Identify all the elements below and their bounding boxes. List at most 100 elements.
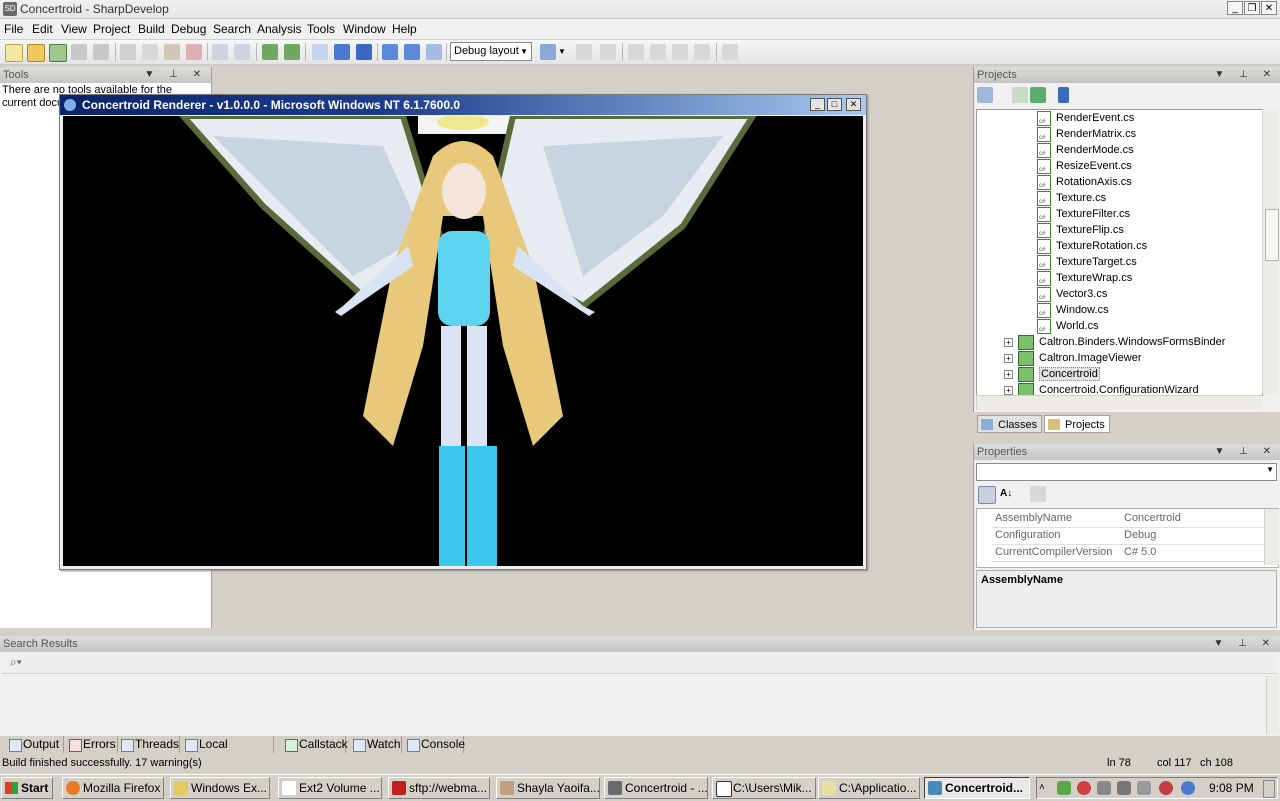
- taskbar-item[interactable]: Mozilla Firefox: [62, 777, 164, 799]
- tree-file-item[interactable]: World.cs: [1037, 318, 1099, 338]
- tab-errors[interactable]: Errors: [66, 736, 118, 753]
- tab-local-variables[interactable]: Local variables: [182, 736, 274, 768]
- indent-icon[interactable]: [600, 44, 616, 60]
- prev-bookmark-icon[interactable]: [650, 44, 666, 60]
- tree-horizontal-scrollbar[interactable]: [976, 395, 1262, 410]
- tree-file-item[interactable]: TextureFilter.cs: [1037, 206, 1130, 226]
- bookmark-icon[interactable]: [576, 44, 592, 60]
- tab-classes[interactable]: Classes: [977, 415, 1043, 433]
- render-viewport[interactable]: [63, 116, 863, 566]
- step-into-icon[interactable]: [404, 44, 420, 60]
- collapse-all-icon[interactable]: [1012, 87, 1028, 103]
- project-tree[interactable]: RenderEvent.cs RenderMatrix.cs RenderMod…: [976, 109, 1263, 396]
- restore-button[interactable]: ❐: [1244, 1, 1260, 15]
- toggle-layout-icon[interactable]: [540, 44, 556, 60]
- chevron-up-icon[interactable]: ˄: [1039, 781, 1053, 795]
- start-button[interactable]: Start: [1, 777, 53, 799]
- tree-file-item[interactable]: RenderEvent.cs: [1037, 110, 1134, 130]
- tree-project-item[interactable]: + Caltron.ImageViewer: [1004, 350, 1142, 366]
- clock[interactable]: 9:08 PM: [1209, 781, 1254, 795]
- renderer-minimize-button[interactable]: _: [810, 98, 825, 111]
- tab-callstack[interactable]: Callstack: [282, 736, 348, 753]
- taskbar-item-active[interactable]: Concertroid...: [924, 777, 1030, 799]
- tree-file-item[interactable]: RotationAxis.cs: [1037, 174, 1132, 194]
- pause-icon[interactable]: [334, 44, 350, 60]
- object-select[interactable]: ▼: [976, 463, 1277, 481]
- expand-icon[interactable]: +: [1004, 369, 1013, 379]
- redo-icon[interactable]: [234, 44, 250, 60]
- tab-watch[interactable]: Watch: [350, 736, 402, 753]
- run-icon[interactable]: [312, 44, 328, 60]
- property-row[interactable]: CurrentCompilerVersion C# 5.0: [992, 544, 1269, 562]
- tab-threads[interactable]: Threads: [118, 736, 180, 753]
- bluetooth-icon[interactable]: [1181, 781, 1195, 795]
- tree-file-item[interactable]: TextureWrap.cs: [1037, 270, 1132, 290]
- rebuild-icon[interactable]: [284, 44, 300, 60]
- menu-analysis[interactable]: Analysis: [257, 22, 302, 36]
- taskbar-item[interactable]: C:\Applicatio...: [818, 777, 920, 799]
- paste-icon[interactable]: [164, 44, 180, 60]
- tree-file-item[interactable]: ResizeEvent.cs: [1037, 158, 1132, 178]
- properties-icon[interactable]: [977, 87, 993, 103]
- save-all-icon[interactable]: [93, 44, 109, 60]
- undo-icon[interactable]: [212, 44, 228, 60]
- tree-project-item[interactable]: + Caltron.Binders.WindowsFormsBinder: [1004, 334, 1225, 350]
- open-folder-icon[interactable]: [27, 44, 45, 62]
- battery-icon[interactable]: [1097, 781, 1111, 795]
- menu-window[interactable]: Window: [343, 22, 386, 36]
- stop-icon[interactable]: [356, 44, 372, 60]
- show-all-files-icon[interactable]: [1058, 87, 1069, 103]
- taskbar-item[interactable]: sftp://webma...: [388, 777, 490, 799]
- menu-help[interactable]: Help: [392, 22, 417, 36]
- menu-edit[interactable]: Edit: [32, 22, 53, 36]
- sort-alphabetical-icon[interactable]: A↓: [1000, 486, 1016, 502]
- menu-tools[interactable]: Tools: [307, 22, 335, 36]
- tree-file-item[interactable]: Texture.cs: [1037, 190, 1106, 210]
- tree-file-item[interactable]: Vector3.cs: [1037, 286, 1107, 306]
- search-scrollbar[interactable]: [1266, 676, 1279, 734]
- tree-project-item[interactable]: + Concertroid.ConfigurationWizard: [1004, 382, 1199, 395]
- expand-icon[interactable]: +: [1004, 337, 1013, 347]
- clear-bookmarks-icon[interactable]: [694, 44, 710, 60]
- copy-icon[interactable]: [142, 44, 158, 60]
- tree-project-item-selected[interactable]: + Concertroid: [1004, 366, 1100, 382]
- panel-controls[interactable]: ▼ ⊥ ✕: [1213, 636, 1276, 652]
- next-bookmark-icon[interactable]: [672, 44, 688, 60]
- tree-file-item[interactable]: RenderMode.cs: [1037, 142, 1134, 162]
- tree-vertical-scrollbar[interactable]: [1262, 109, 1279, 394]
- tree-file-item[interactable]: Window.cs: [1037, 302, 1109, 322]
- delete-icon[interactable]: [186, 44, 202, 60]
- menu-view[interactable]: View: [61, 22, 87, 36]
- taskbar-item[interactable]: Shayla Yaoifa...: [496, 777, 600, 799]
- property-row[interactable]: Configuration Debug: [992, 527, 1269, 545]
- property-row[interactable]: AssemblyName Concertroid: [992, 510, 1269, 528]
- panel-controls[interactable]: ▼ ⊥ ✕: [1214, 67, 1277, 83]
- tree-file-item[interactable]: RenderMatrix.cs: [1037, 126, 1136, 146]
- save-icon[interactable]: [71, 44, 87, 60]
- menu-file[interactable]: File: [4, 22, 23, 36]
- renderer-close-button[interactable]: ✕: [846, 98, 861, 111]
- renderer-maximize-button[interactable]: □: [827, 98, 842, 111]
- blocked-icon[interactable]: [1159, 781, 1173, 795]
- comment-icon[interactable]: [628, 44, 644, 60]
- tab-console[interactable]: Console: [404, 736, 465, 753]
- tree-file-item[interactable]: TextureFlip.cs: [1037, 222, 1124, 242]
- close-button[interactable]: ✕: [1261, 1, 1277, 15]
- taskbar-item[interactable]: Ext2 Volume ...: [278, 777, 382, 799]
- menu-build[interactable]: Build: [138, 22, 165, 36]
- tree-file-item[interactable]: TextureTarget.cs: [1037, 254, 1137, 274]
- property-pages-icon[interactable]: [1030, 486, 1046, 502]
- search-icon[interactable]: ⌕▾: [10, 655, 22, 670]
- tab-output[interactable]: Output: [6, 736, 64, 753]
- chevron-down-icon[interactable]: ▼: [558, 44, 568, 60]
- step-out-icon[interactable]: [426, 44, 442, 60]
- open-project-icon[interactable]: [49, 44, 67, 62]
- expand-icon[interactable]: +: [1004, 385, 1013, 395]
- cut-icon[interactable]: [120, 44, 136, 60]
- refresh-icon[interactable]: [1030, 87, 1046, 103]
- find-icon[interactable]: [722, 44, 738, 60]
- menu-search[interactable]: Search: [213, 22, 251, 36]
- taskbar-item[interactable]: C:\Users\Mik...: [712, 777, 816, 799]
- menu-project[interactable]: Project: [93, 22, 130, 36]
- show-desktop-button[interactable]: [1263, 780, 1275, 798]
